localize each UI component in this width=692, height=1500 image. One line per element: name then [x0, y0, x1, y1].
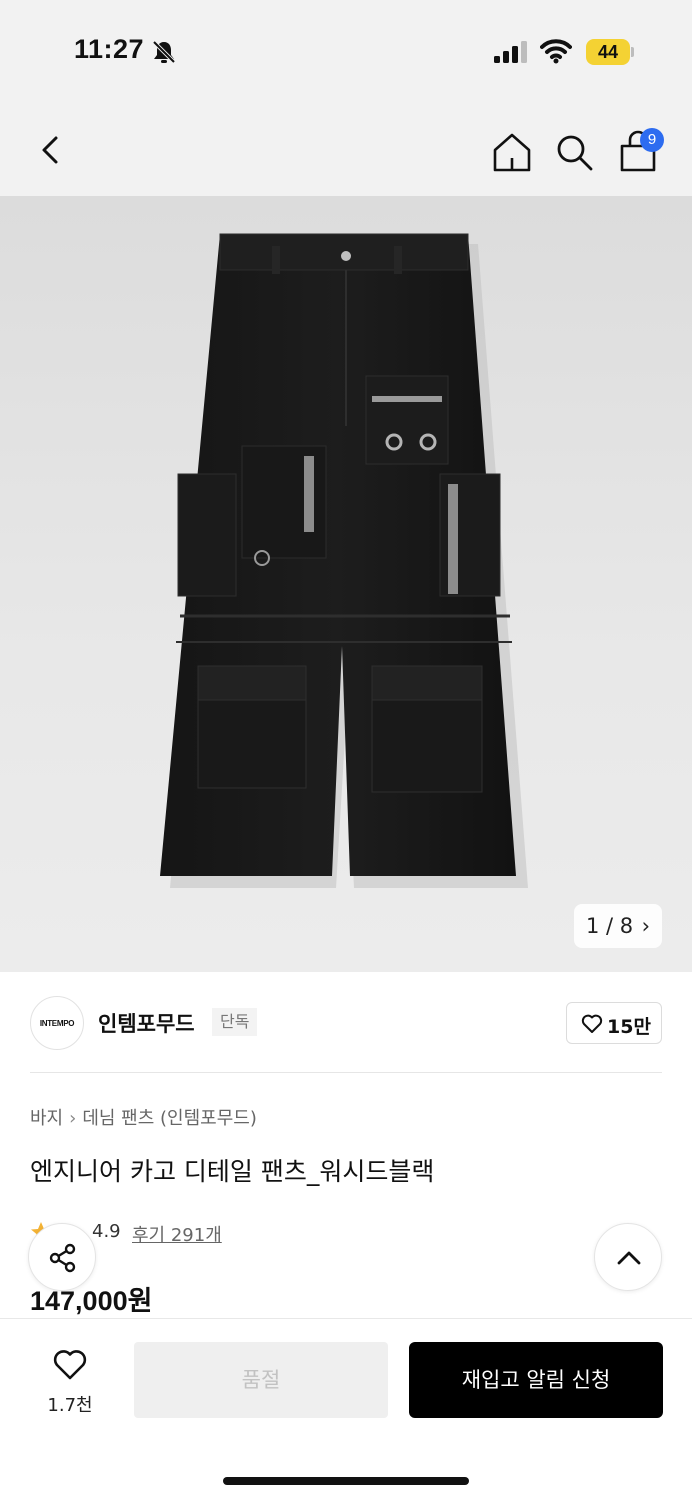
brand-logo[interactable]: INTEMPO: [30, 996, 84, 1050]
wishlist-count: 1.7천: [47, 1395, 93, 1416]
chevron-up-icon: [617, 1251, 641, 1265]
divider: [30, 1072, 662, 1073]
shopping-bag-button[interactable]: 9: [614, 126, 664, 176]
heart-icon: [53, 1350, 87, 1380]
brand-like-count: 15만: [607, 1016, 651, 1038]
battery-level: 44: [597, 42, 619, 62]
heart-icon: [581, 1014, 603, 1033]
scroll-to-top-button[interactable]: [594, 1223, 662, 1291]
breadcrumb-separator: ›: [69, 1108, 77, 1129]
brand-row: INTEMPO 인템포무드 단독 15만: [0, 972, 692, 1074]
rating-value: 4.9: [92, 1221, 121, 1242]
share-button[interactable]: [28, 1223, 96, 1291]
status-bar: 11:27 44: [0, 0, 692, 104]
review-link[interactable]: 후기 291개: [132, 1221, 222, 1247]
product-image[interactable]: 1 / 8 ›: [0, 196, 692, 972]
status-time: 11:27: [74, 34, 145, 64]
home-icon[interactable]: [490, 130, 534, 174]
battery-indicator: 44: [586, 39, 634, 65]
breadcrumb-item[interactable]: 바지: [30, 1108, 63, 1129]
bottom-action-bar: 1.7천 품절 재입고 알림 신청: [0, 1318, 692, 1500]
soldout-button[interactable]: 품절: [134, 1342, 388, 1418]
home-indicator: [223, 1477, 469, 1485]
image-counter-text: 1 / 8: [586, 914, 634, 938]
product-photo: [160, 233, 528, 888]
bell-slash-icon: [152, 40, 176, 64]
breadcrumb-item[interactable]: 데님 팬츠 (인템포무드): [82, 1108, 257, 1129]
breadcrumb: 바지 › 데님 팬츠 (인템포무드): [30, 1104, 257, 1130]
chevron-right-icon: ›: [641, 914, 650, 938]
cart-count-badge: 9: [640, 128, 664, 152]
brand-like-button[interactable]: 15만: [566, 1002, 662, 1044]
share-icon: [49, 1243, 76, 1273]
exclusive-badge: 단독: [212, 1008, 258, 1036]
cellular-signal-icon: [494, 41, 527, 63]
wishlist-button[interactable]: 1.7천: [30, 1343, 110, 1423]
top-nav: 9: [0, 104, 692, 196]
back-icon[interactable]: [30, 128, 74, 172]
search-icon[interactable]: [552, 130, 596, 174]
brand-name[interactable]: 인템포무드: [98, 1008, 195, 1038]
product-title: 엔지니어 카고 디테일 팬츠_워시드블랙: [30, 1157, 435, 1186]
image-counter[interactable]: 1 / 8 ›: [574, 904, 662, 948]
wifi-icon: [540, 39, 572, 64]
brand-logo-text: INTEMPO: [39, 1019, 75, 1028]
restock-alert-button[interactable]: 재입고 알림 신청: [409, 1342, 663, 1418]
